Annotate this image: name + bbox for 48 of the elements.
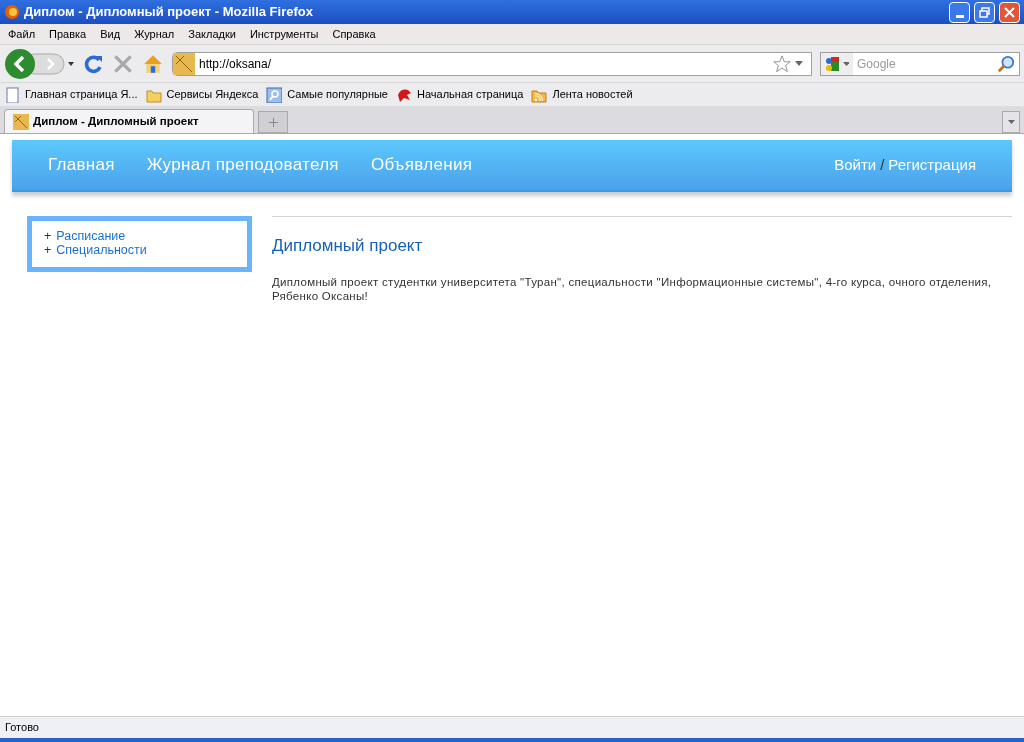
- search-box[interactable]: Google: [820, 51, 1020, 76]
- menu-item[interactable]: Файл: [8, 25, 36, 43]
- minimize-icon: [955, 14, 964, 18]
- star-icon[interactable]: [773, 54, 791, 73]
- bookmark-item[interactable]: Начальная страница: [417, 86, 524, 103]
- bookmark-item[interactable]: Самые популярные: [287, 86, 388, 103]
- address-text: http://oksana/: [199, 55, 273, 73]
- menu-item[interactable]: Справка: [332, 25, 376, 43]
- back-forward-button-icon[interactable]: [4, 47, 76, 80]
- menu-item[interactable]: Инструменты: [249, 25, 319, 43]
- plus-icon: [268, 117, 278, 127]
- menu-item[interactable]: Закладки: [188, 25, 236, 43]
- address-bar[interactable]: http://oksana/: [172, 51, 812, 76]
- magnifier-icon: [266, 86, 283, 103]
- menu-item[interactable]: Вид: [100, 25, 121, 43]
- plus-marker: +: [44, 243, 52, 257]
- bookmark-item[interactable]: Сервисы Яндекса: [166, 86, 259, 103]
- restore-button[interactable]: [974, 1, 995, 23]
- tab-list-button[interactable]: [1002, 111, 1020, 133]
- minimize-button[interactable]: [949, 1, 970, 23]
- page-icon: [4, 86, 20, 103]
- dropdown-icon[interactable]: [842, 61, 849, 66]
- separator: /: [880, 154, 885, 175]
- window-title: Диплом - Дипломный проект - Mozilla Firefox: [24, 3, 314, 22]
- site-icon: [13, 113, 29, 130]
- bookmark-item[interactable]: Лента новостей: [552, 86, 633, 103]
- reload-icon[interactable]: [84, 53, 104, 74]
- sidebar-link[interactable]: Специальности: [56, 243, 147, 257]
- menu-item[interactable]: Правка: [49, 25, 87, 43]
- bookmark-item[interactable]: Главная страница Я...: [25, 86, 138, 103]
- page-text: Дипломный проект студентки университета "Туран", специальности "Информационные системы", 4-го курса, очного отделения, Рябенко Оксаны!: [272, 274, 993, 303]
- browser-tab[interactable]: Диплом - Дипломный проект: [4, 109, 254, 133]
- site-icon: [173, 52, 195, 75]
- close-icon: [1004, 6, 1015, 18]
- search-engine-icon[interactable]: [825, 55, 839, 72]
- page-heading: Дипломный проект: [272, 235, 424, 257]
- new-tab-button[interactable]: [258, 111, 288, 133]
- restore-icon: [979, 6, 990, 18]
- search-icon[interactable]: [997, 54, 1015, 73]
- plus-marker: +: [44, 229, 52, 243]
- search-field[interactable]: Google: [853, 54, 997, 73]
- sidebar-link[interactable]: Расписание: [56, 229, 126, 243]
- dropdown-icon: [1007, 120, 1015, 124]
- menu-item[interactable]: Журнал: [134, 25, 175, 43]
- dropdown-icon[interactable]: [795, 61, 803, 66]
- browser-logo-icon: [4, 4, 20, 20]
- status-text: Готово: [5, 720, 39, 736]
- close-button[interactable]: [999, 1, 1020, 23]
